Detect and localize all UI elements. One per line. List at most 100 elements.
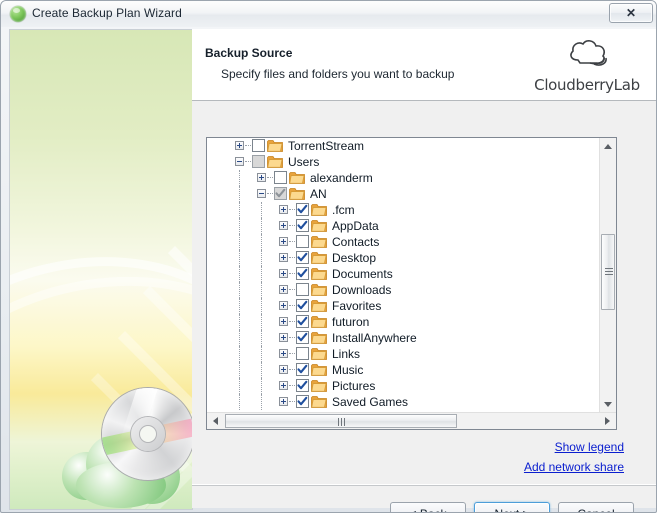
expand-node-icon[interactable] <box>279 237 288 246</box>
tree-checkbox[interactable] <box>296 235 309 248</box>
tree-connector-line <box>239 282 241 298</box>
tree-checkbox[interactable] <box>296 283 309 296</box>
expand-node-icon[interactable] <box>279 285 288 294</box>
folder-icon <box>267 139 283 152</box>
expand-node-icon[interactable] <box>279 381 288 390</box>
tree-connector-line <box>239 170 241 186</box>
tree-checkbox[interactable] <box>252 155 265 168</box>
expand-node-icon[interactable] <box>279 397 288 406</box>
tree-item-label: futuron <box>332 315 370 329</box>
scroll-up-arrow-icon[interactable] <box>600 138 616 155</box>
tree-connector-line <box>289 369 295 371</box>
tree-row[interactable]: futuron <box>207 314 600 330</box>
expand-node-icon[interactable] <box>279 333 288 342</box>
close-icon: ✕ <box>625 5 637 20</box>
back-button[interactable]: < Back <box>390 502 466 512</box>
tree-connector-line <box>289 385 295 387</box>
tree-checkbox[interactable] <box>296 331 309 344</box>
tree-checkbox[interactable] <box>296 267 309 280</box>
tree-connector-line <box>289 225 295 227</box>
tree-row[interactable]: Downloads <box>207 282 600 298</box>
tree-checkbox[interactable] <box>296 347 309 360</box>
tree-connector-line <box>289 273 295 275</box>
expand-node-icon[interactable] <box>279 349 288 358</box>
tree-checkbox[interactable] <box>296 251 309 264</box>
next-button[interactable]: Next > <box>474 502 550 512</box>
scroll-right-arrow-icon[interactable] <box>599 413 616 429</box>
tree-checkbox[interactable] <box>274 171 287 184</box>
folder-icon <box>311 267 327 280</box>
tree-row[interactable]: AppData <box>207 218 600 234</box>
cloud-icon <box>570 40 607 66</box>
expand-node-icon[interactable] <box>279 365 288 374</box>
tree-item-label: alexanderm <box>310 171 373 185</box>
scroll-left-arrow-icon[interactable] <box>207 413 224 429</box>
tree-connector-line <box>289 353 295 355</box>
tree-row[interactable]: AN <box>207 186 600 202</box>
tree-checkbox[interactable] <box>296 395 309 408</box>
tree-checkbox[interactable] <box>296 379 309 392</box>
scroll-down-arrow-icon[interactable] <box>600 396 616 413</box>
tree-connector-line <box>239 234 241 250</box>
tree-item-label: Documents <box>332 267 393 281</box>
tree-checkbox[interactable] <box>296 363 309 376</box>
tree-row[interactable]: alexanderm <box>207 170 600 186</box>
tree-checkbox[interactable] <box>296 219 309 232</box>
tree-checkbox[interactable] <box>252 139 265 152</box>
tree-row[interactable]: InstallAnywhere <box>207 330 600 346</box>
wizard-content: Backup Source Specify files and folders … <box>192 29 656 512</box>
tree-connector-line <box>289 337 295 339</box>
show-legend-link[interactable]: Show legend <box>555 440 624 454</box>
expand-node-icon[interactable] <box>279 205 288 214</box>
tree-item-label: Contacts <box>332 235 380 249</box>
tree-row[interactable]: Contacts <box>207 234 600 250</box>
page-header: Backup Source Specify files and folders … <box>192 29 656 101</box>
tree-row[interactable]: Favorites <box>207 298 600 314</box>
tree-connector-line <box>239 202 241 218</box>
folder-icon <box>311 283 327 296</box>
tree-row[interactable]: Saved Games <box>207 394 600 410</box>
expand-node-icon[interactable] <box>279 253 288 262</box>
tree-connector-line <box>261 282 263 298</box>
page-title: Backup Source <box>205 46 293 60</box>
tree-row[interactable]: Users <box>207 154 600 170</box>
backup-source-tree[interactable]: TorrentStream Users alexanderm AN .fcm AppDat… <box>206 137 617 430</box>
tree-row[interactable]: TorrentStream <box>207 138 600 154</box>
tree-connector-line <box>289 289 295 291</box>
tree-checkbox[interactable] <box>274 187 287 200</box>
tree-checkbox[interactable] <box>296 203 309 216</box>
horizontal-scroll-thumb[interactable] <box>225 414 457 428</box>
tree-row[interactable]: Desktop <box>207 250 600 266</box>
cancel-button[interactable]: Cancel <box>558 502 634 512</box>
expand-node-icon[interactable] <box>257 173 266 182</box>
expand-node-icon[interactable] <box>279 269 288 278</box>
close-button[interactable]: ✕ <box>609 3 653 23</box>
tree-checkbox[interactable] <box>296 299 309 312</box>
tree-row[interactable]: Music <box>207 362 600 378</box>
tree-connector-line <box>289 401 295 403</box>
folder-icon <box>311 251 327 264</box>
tree-connector-line <box>261 266 263 282</box>
tree-checkbox[interactable] <box>296 315 309 328</box>
tree-vertical-scrollbar[interactable] <box>599 138 616 413</box>
collapse-node-icon[interactable] <box>235 157 244 166</box>
expand-node-icon[interactable] <box>279 221 288 230</box>
window-client-area: Backup Source Specify files and folders … <box>1 27 656 512</box>
tree-connector-line <box>261 330 263 346</box>
expand-node-icon[interactable] <box>235 141 244 150</box>
folder-icon <box>311 379 327 392</box>
tree-row[interactable]: .fcm <box>207 202 600 218</box>
vertical-scroll-thumb[interactable] <box>601 234 615 310</box>
tree-horizontal-scrollbar[interactable] <box>207 412 616 429</box>
tree-row[interactable]: Links <box>207 346 600 362</box>
wizard-banner-image <box>9 29 193 510</box>
folder-icon <box>311 347 327 360</box>
expand-node-icon[interactable] <box>279 317 288 326</box>
logo-text: CloudberryLab <box>534 76 640 94</box>
tree-connector-line <box>261 298 263 314</box>
tree-row[interactable]: Documents <box>207 266 600 282</box>
add-network-share-link[interactable]: Add network share <box>524 460 624 474</box>
expand-node-icon[interactable] <box>279 301 288 310</box>
tree-row[interactable]: Pictures <box>207 378 600 394</box>
collapse-node-icon[interactable] <box>257 189 266 198</box>
